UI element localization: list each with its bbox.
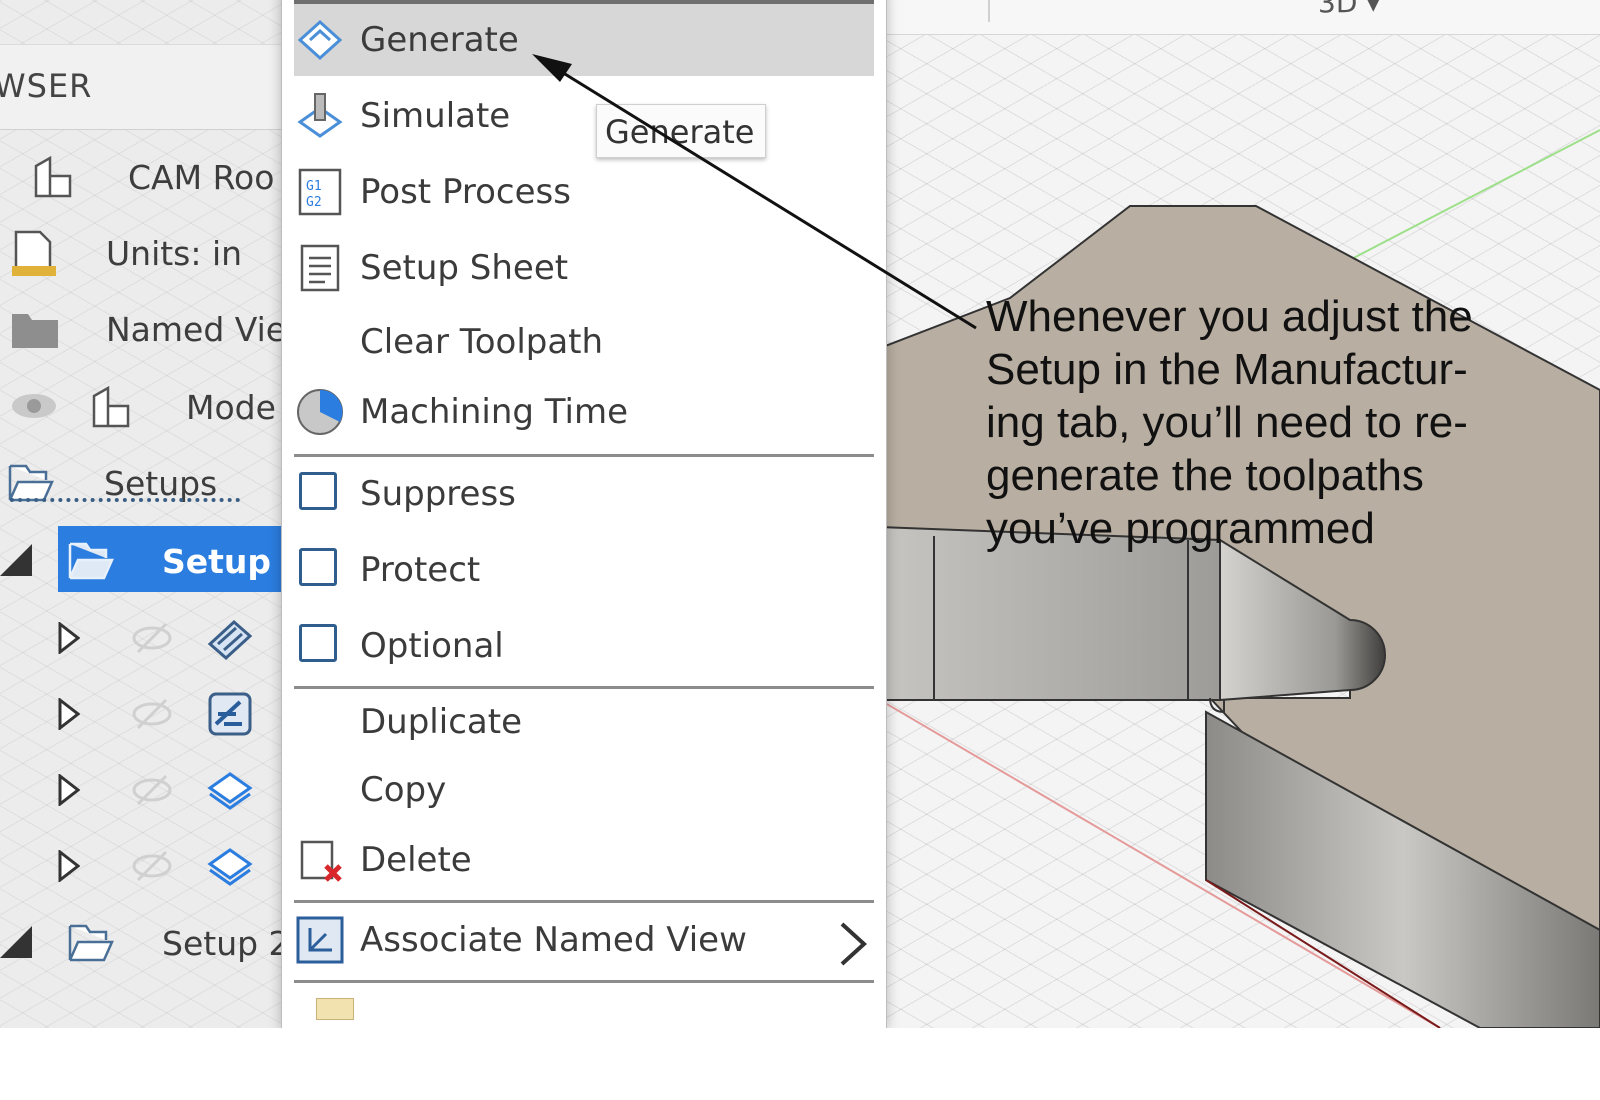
annotation-line: Whenever you adjust the: [986, 292, 1473, 341]
tooltip-text: Generate: [605, 113, 755, 151]
browser-row-label: Setup: [162, 542, 272, 581]
browser-row-setup[interactable]: Setup: [0, 526, 290, 592]
browser-row-model[interactable]: Mode: [0, 376, 290, 436]
annotation-callout: Whenever you adjust the Setup in the Man…: [986, 290, 1546, 555]
browser-title: WSER: [0, 67, 93, 105]
menu-item-label: Associate Named View: [360, 920, 747, 960]
tooltip: Generate: [596, 104, 766, 158]
suppress-checkbox[interactable]: [299, 472, 337, 510]
simulate-icon: [297, 93, 343, 138]
face-operation-icon: [207, 619, 253, 661]
browser-row-units[interactable]: Units: in: [0, 222, 290, 282]
post-process-icon: G1 G2: [298, 168, 342, 216]
menu-item-label: Setup Sheet: [360, 248, 569, 288]
menu-item-machining-time[interactable]: Machining Time: [294, 376, 874, 448]
menu-item-label: Delete: [360, 840, 472, 880]
expand-triangle-icon[interactable]: [58, 622, 80, 654]
menu-item-duplicate[interactable]: Duplicate: [294, 686, 874, 758]
menu-item-delete[interactable]: Delete: [294, 824, 874, 896]
menu-item-clear-toolpath[interactable]: Clear Toolpath: [294, 306, 874, 378]
view-mode-dropdown[interactable]: 3D ▾: [1318, 0, 1380, 19]
setup-sheet-icon: [300, 244, 340, 292]
chevron-right-icon: [840, 922, 867, 966]
browser-row-setup-2[interactable]: Setup 2: [0, 912, 290, 972]
expand-triangle-icon[interactable]: [58, 698, 80, 730]
annotation-line: ing tab, you’ll need to re-: [986, 398, 1468, 447]
browser-row-label: Setup 2: [162, 924, 290, 963]
menu-item-label: Protect: [360, 550, 481, 590]
menu-item-label: Clear Toolpath: [360, 322, 604, 362]
browser-row-label: Mode: [186, 388, 276, 427]
context-menu: Generate Simulate G1 G2 Post Process Set…: [281, 0, 887, 1028]
hidden-eye-icon[interactable]: [128, 690, 176, 738]
associate-view-icon: [296, 916, 344, 964]
browser-row-operation[interactable]: [0, 684, 290, 744]
menu-item-label: Machining Time: [360, 392, 628, 432]
generate-icon: [297, 19, 343, 61]
menu-item-setup-sheet[interactable]: Setup Sheet: [294, 232, 874, 304]
menu-item-post-process[interactable]: G1 G2 Post Process: [294, 156, 874, 228]
annotation-line: you’ve programmed: [986, 504, 1375, 553]
browser-row-operation[interactable]: [0, 760, 290, 820]
browser-header: WSER: [0, 44, 290, 130]
toolbar-divider: [988, 0, 990, 22]
expand-triangle-icon[interactable]: [58, 850, 80, 882]
menu-item-simulate[interactable]: Simulate: [294, 80, 874, 152]
menu-separator: [294, 980, 874, 983]
optional-checkbox[interactable]: [299, 624, 337, 662]
collapse-triangle-icon[interactable]: [0, 926, 32, 958]
menu-item-label: Duplicate: [360, 702, 522, 742]
menu-separator: [294, 454, 874, 457]
menu-item-suppress[interactable]: Suppress: [294, 458, 874, 530]
browser-row-label: CAM Roo: [128, 158, 275, 197]
menu-item-label: Simulate: [360, 96, 511, 136]
collapse-triangle-icon[interactable]: [0, 544, 32, 576]
component-icon: [34, 155, 72, 198]
svg-text:G2: G2: [306, 195, 322, 210]
visibility-eye-icon[interactable]: [10, 382, 58, 430]
setup-folder-icon: [68, 542, 114, 580]
contour-operation-icon: [207, 848, 253, 886]
expand-triangle-icon[interactable]: [58, 774, 80, 806]
menu-separator: [294, 900, 874, 903]
adaptive-clearing-icon: [208, 692, 252, 736]
menu-item-label: Generate: [360, 20, 519, 60]
menu-item-copy[interactable]: Copy: [294, 754, 874, 826]
annotation-line: generate the toolpaths: [986, 451, 1424, 500]
units-document-icon: [12, 230, 56, 276]
hidden-eye-icon[interactable]: [128, 842, 176, 890]
menu-item-optional[interactable]: Optional: [294, 610, 874, 682]
browser-panel: WSER CAM Roo Units: in Named Vie Mode Se…: [0, 0, 290, 1028]
machining-time-icon: [297, 389, 343, 435]
browser-row-label: Units: in: [106, 234, 243, 273]
protect-checkbox[interactable]: [299, 548, 337, 586]
browser-row-named-views[interactable]: Named Vie: [0, 298, 290, 358]
delete-icon: [300, 840, 342, 882]
menu-item-label: Optional: [360, 626, 504, 666]
menu-item-generate[interactable]: Generate: [294, 4, 874, 76]
annotation-line: Setup in the Manufactur-: [986, 345, 1468, 394]
menu-item-associate-named-view[interactable]: Associate Named View: [294, 904, 874, 976]
svg-text:G1: G1: [306, 179, 322, 194]
drop-indicator: [10, 498, 240, 502]
next-item-icon: [316, 998, 354, 1020]
viewport-toolbar: 3D ▾: [880, 0, 1600, 35]
menu-item-protect[interactable]: Protect: [294, 534, 874, 606]
menu-item-label: Post Process: [360, 172, 571, 212]
component-icon: [92, 385, 130, 428]
browser-row-operation[interactable]: [0, 836, 290, 896]
setup-folder-icon: [68, 924, 114, 962]
contour-operation-icon: [207, 772, 253, 810]
hidden-eye-icon[interactable]: [128, 766, 176, 814]
folder-icon: [12, 314, 58, 348]
browser-row-operation[interactable]: [0, 608, 290, 668]
hidden-eye-icon[interactable]: [128, 614, 176, 662]
menu-item-label: Suppress: [360, 474, 516, 514]
browser-row-cam-root[interactable]: CAM Roo: [0, 146, 290, 206]
browser-row-setups[interactable]: Setups: [0, 452, 290, 512]
menu-item-label: Copy: [360, 770, 447, 810]
browser-row-label: Named Vie: [106, 310, 287, 349]
